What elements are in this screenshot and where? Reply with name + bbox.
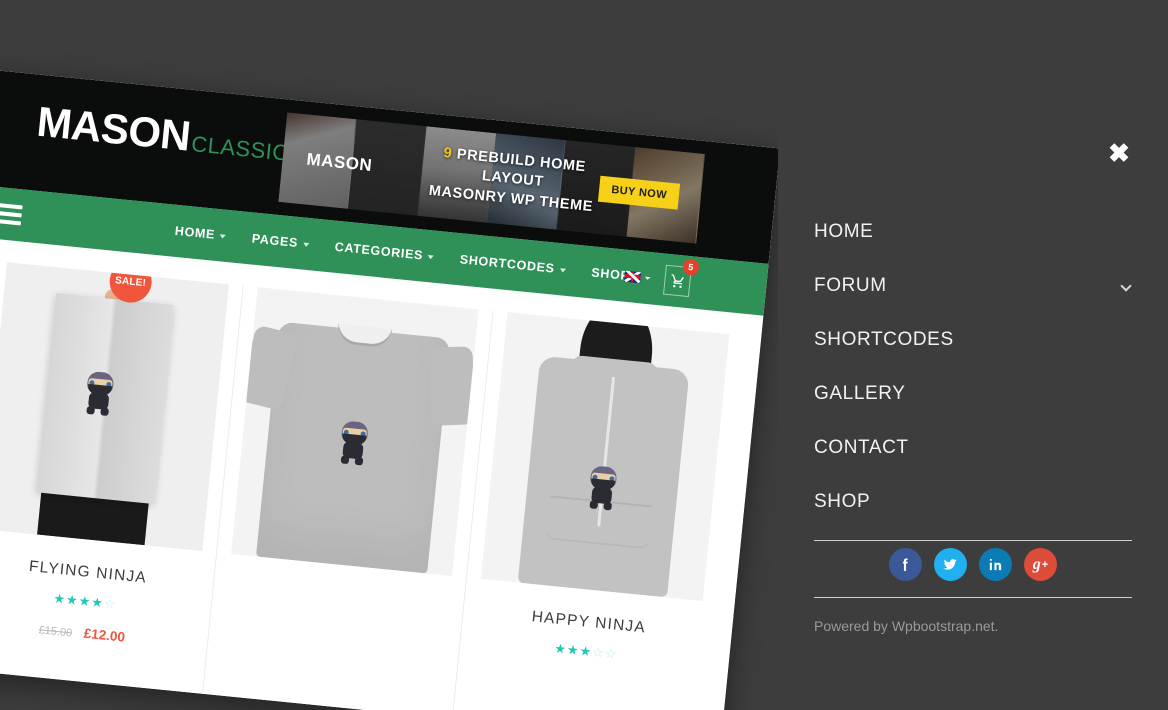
- product-grid: SALE! FLYING NINJA ★★★★☆ £15.00 £12.00 H…: [0, 237, 764, 710]
- close-icon[interactable]: ✖: [1106, 140, 1132, 166]
- side-menu-list: HOME FORUM SHORTCODES GALLERY CONTACT SH…: [814, 205, 1132, 529]
- nav-item-categories[interactable]: CATEGORIES: [334, 240, 435, 264]
- divider: [814, 597, 1132, 598]
- logo-main-text: MASON: [34, 97, 193, 160]
- sidebar-item-label: SHOP: [814, 491, 871, 512]
- product-sale-price: [342, 589, 343, 604]
- chevron-down-icon: [302, 242, 310, 248]
- divider: [814, 540, 1132, 541]
- nav-item-home-label: HOME: [174, 223, 216, 242]
- sidebar-item-gallery[interactable]: GALLERY: [814, 367, 1132, 421]
- sidebar-item-shortcodes[interactable]: SHORTCODES: [814, 313, 1132, 367]
- nav-item-shortcodes-label: SHORTCODES: [459, 252, 556, 276]
- cart-icon: [671, 273, 684, 288]
- browser-viewport: MASON CLASSIC MASON 9 PREBUILD HOME LAYO…: [0, 0, 1168, 710]
- product-image[interactable]: [230, 287, 479, 577]
- chevron-down-icon: [559, 268, 566, 273]
- sidebar-item-forum[interactable]: FORUM: [814, 259, 1132, 313]
- poster-illustration: [0, 262, 229, 551]
- chevron-down-icon: [219, 234, 227, 239]
- product-sale-price: £12.00: [83, 625, 126, 645]
- cart-button[interactable]: 5: [663, 258, 700, 298]
- twitter-icon[interactable]: [934, 548, 967, 581]
- sidebar-item-label: CONTACT: [814, 437, 909, 458]
- chevron-down-icon: [644, 276, 651, 280]
- powered-by-text: Powered by Wpbootstrap.net.: [814, 618, 999, 634]
- facebook-icon[interactable]: [889, 548, 922, 581]
- social-links: g +: [778, 548, 1168, 581]
- nav-item-pages-label: PAGES: [251, 231, 299, 251]
- nav-item-pages[interactable]: PAGES: [251, 231, 310, 251]
- product-card[interactable]: [201, 285, 494, 710]
- ninja-character-icon: [583, 465, 621, 511]
- product-title: FLYING NINJA: [28, 557, 148, 587]
- language-switcher[interactable]: [624, 270, 651, 284]
- sidebar-item-label: GALLERY: [814, 383, 906, 404]
- product-sale-price: [586, 676, 587, 691]
- site-logo[interactable]: MASON CLASSIC: [34, 97, 291, 168]
- product-image[interactable]: [481, 312, 730, 602]
- logo-sub-text: CLASSIC: [190, 131, 290, 166]
- product-price: £15.00 £12.00: [0, 614, 193, 651]
- product-old-price: [578, 678, 579, 690]
- product-old-price: £15.00: [38, 624, 73, 640]
- sidebar-item-label: FORUM: [814, 275, 887, 296]
- ninja-character-icon: [81, 370, 119, 417]
- side-panel-menu: ✖ HOME FORUM SHORTCODES GALLERY CONTACT …: [778, 0, 1168, 710]
- sidebar-item-home[interactable]: HOME: [814, 205, 1132, 259]
- tshirt-illustration: [255, 321, 451, 574]
- linkedin-icon[interactable]: [979, 548, 1012, 581]
- site-page: MASON CLASSIC MASON 9 PREBUILD HOME LAYO…: [0, 70, 781, 710]
- nav-item-shortcodes[interactable]: SHORTCODES: [459, 252, 566, 276]
- product-card[interactable]: HAPPY NINJA ★★★☆☆: [452, 311, 743, 710]
- hoodie-illustration: [517, 312, 690, 598]
- nav-item-home[interactable]: HOME: [174, 223, 227, 243]
- nav-item-categories-label: CATEGORIES: [334, 239, 424, 263]
- sidebar-item-shop[interactable]: SHOP: [814, 475, 1132, 529]
- chevron-down-icon: [427, 255, 435, 260]
- sidebar-item-label: HOME: [814, 221, 874, 242]
- product-price: [227, 578, 450, 615]
- chevron-down-icon: [1120, 280, 1132, 292]
- hamburger-menu-icon[interactable]: [0, 202, 23, 226]
- cart-count-badge: 5: [682, 258, 700, 276]
- product-price: [471, 664, 694, 701]
- sidebar-item-contact[interactable]: CONTACT: [814, 421, 1132, 475]
- nav-utilities: 5: [623, 258, 700, 298]
- uk-flag-icon: [624, 270, 642, 283]
- googleplus-icon[interactable]: g +: [1024, 548, 1057, 581]
- product-card[interactable]: SALE! FLYING NINJA ★★★★☆ £15.00 £12.00: [0, 260, 244, 702]
- sidebar-item-label: SHORTCODES: [814, 329, 954, 350]
- product-image[interactable]: SALE!: [0, 262, 229, 552]
- ninja-character-icon: [335, 420, 373, 466]
- product-old-price: [334, 591, 335, 603]
